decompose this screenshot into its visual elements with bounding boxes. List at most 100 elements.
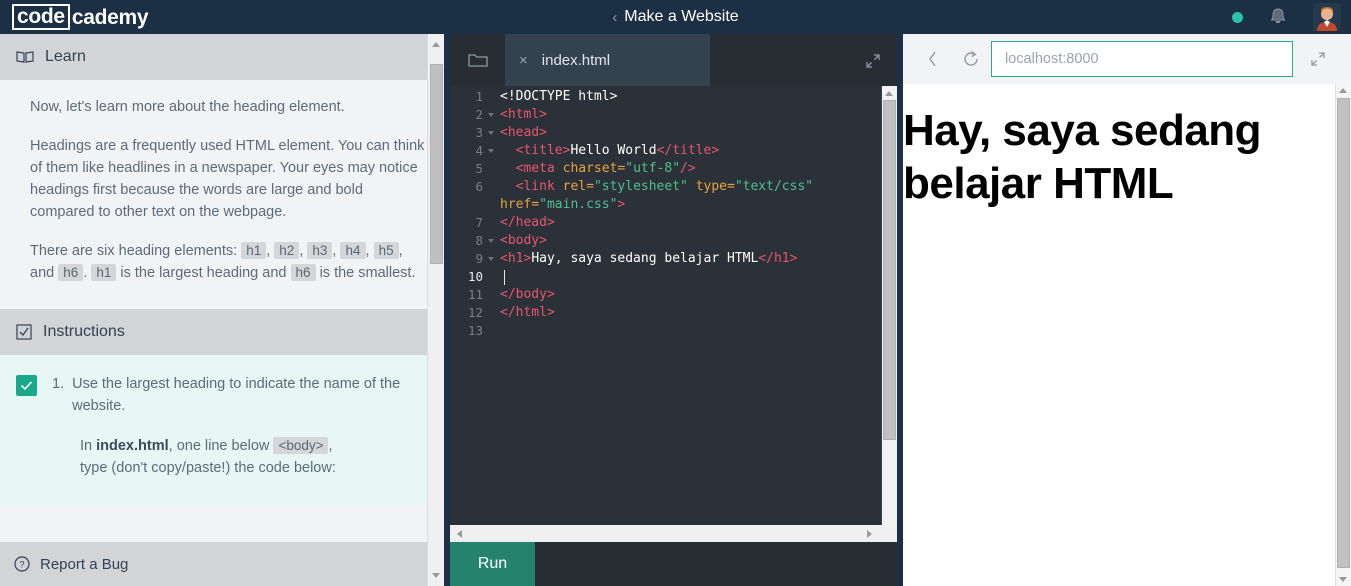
- course-title-label[interactable]: Make a Website: [624, 8, 738, 26]
- instructions-section-header[interactable]: Instructions: [0, 309, 444, 355]
- code-h4: h4: [340, 242, 366, 259]
- scrollbar-thumb[interactable]: [883, 100, 896, 440]
- code-line[interactable]: <meta charset="utf-8"/>: [500, 161, 696, 176]
- code-token: <head>: [500, 125, 547, 140]
- code-token: </title>: [656, 143, 720, 158]
- url-input[interactable]: localhost:8000: [991, 41, 1293, 77]
- run-button[interactable]: Run: [450, 542, 535, 586]
- code-fold-arrow-icon[interactable]: [488, 113, 494, 117]
- code-token: href=: [500, 197, 540, 212]
- line-number: 10: [467, 269, 483, 284]
- learn-panel-scrollbar[interactable]: [427, 34, 444, 586]
- code-line[interactable]: </html>: [500, 305, 555, 320]
- chevron-left-icon[interactable]: [915, 50, 951, 68]
- tab-index-html[interactable]: × index.html: [505, 34, 710, 86]
- editor-horizontal-scrollbar[interactable]: [450, 525, 897, 542]
- code-token: <body>: [500, 233, 547, 248]
- text-cursor: [504, 270, 505, 285]
- code-line[interactable]: </head>: [500, 215, 555, 230]
- bell-icon[interactable]: [1269, 7, 1287, 27]
- scrollbar-thumb[interactable]: [1337, 98, 1350, 568]
- code-line[interactable]: <head>: [500, 125, 547, 140]
- scroll-up-arrow-icon[interactable]: [1339, 88, 1347, 93]
- reload-icon[interactable]: [951, 50, 991, 68]
- instructions-section-label: Instructions: [43, 323, 125, 340]
- folder-icon[interactable]: [450, 34, 505, 86]
- code-h6: h6: [58, 264, 84, 281]
- code-token: <link: [500, 179, 563, 194]
- code-fold-arrow-icon[interactable]: [488, 149, 494, 153]
- url-value: localhost:8000: [1005, 51, 1099, 67]
- code-line[interactable]: <title>Hello World</title>: [500, 143, 720, 158]
- heading-sentence-and: and: [30, 265, 55, 281]
- rendered-heading: Hay, saya sedang belajar HTML: [903, 106, 1262, 208]
- code-line[interactable]: <!DOCTYPE html>: [500, 89, 617, 104]
- scroll-up-arrow-icon[interactable]: [432, 42, 440, 47]
- instructions-content: 1. Use the largest heading to indicate t…: [0, 355, 444, 505]
- line-number-gutter: 1 2 3 4 5 6 7 8 9 10 11 12 13: [450, 86, 497, 556]
- code-line[interactable]: <h1>Hay, saya sedang belajar HTML</h1>: [500, 251, 797, 266]
- learn-section-header[interactable]: Learn: [0, 34, 444, 80]
- code-token: <meta: [500, 161, 563, 176]
- header-actions: [1232, 0, 1341, 34]
- code-fold-arrow-icon[interactable]: [488, 239, 494, 243]
- scrollbar-thumb[interactable]: [430, 64, 443, 264]
- editor-expand-icon[interactable]: [865, 53, 881, 74]
- preview-scrollbar[interactable]: [1335, 84, 1351, 586]
- preview-viewport: Hay, saya sedang belajar HTML: [903, 84, 1351, 586]
- code-line[interactable]: <body>: [500, 233, 547, 248]
- code-token: charset=: [562, 161, 626, 176]
- code-token: </body>: [500, 287, 555, 302]
- scroll-down-arrow-icon[interactable]: [1339, 577, 1347, 582]
- logo-boxed-text: code: [12, 4, 70, 30]
- step-detail-comma: ,: [328, 438, 333, 454]
- line-number: 2: [475, 107, 483, 122]
- code-line[interactable]: <link rel="stylesheet" type="text/css": [500, 179, 813, 194]
- step-checkbox[interactable]: [16, 375, 37, 396]
- code-fold-arrow-icon[interactable]: [488, 257, 494, 261]
- close-icon[interactable]: ×: [519, 52, 528, 69]
- course-title-area: ‹ Make a Website: [0, 0, 1351, 34]
- code-token: </h1>: [758, 251, 798, 266]
- scroll-right-arrow-icon[interactable]: [867, 530, 872, 538]
- scroll-down-arrow-icon[interactable]: [432, 573, 440, 578]
- preview-expand-icon[interactable]: [1297, 51, 1339, 67]
- editor-vertical-scrollbar[interactable]: [881, 86, 897, 556]
- avatar[interactable]: [1313, 3, 1341, 31]
- browser-toolbar: localhost:8000: [903, 34, 1351, 84]
- code-line[interactable]: href="main.css">: [500, 197, 625, 212]
- learn-section-label: Learn: [45, 48, 86, 65]
- codecademy-logo[interactable]: code cademy: [12, 4, 149, 30]
- logo-plain-text: cademy: [71, 5, 149, 29]
- heading-sentence-end: is the smallest.: [319, 265, 416, 281]
- scroll-up-arrow-icon[interactable]: [885, 91, 893, 96]
- learn-paragraph-1: Now, let's learn more about the heading …: [30, 99, 345, 115]
- step-number: 1.: [52, 376, 65, 392]
- code-h1-tail: h1: [91, 264, 117, 281]
- browser-preview-panel: localhost:8000 Hay, saya sedang belajar …: [903, 34, 1351, 586]
- code-line[interactable]: <html>: [500, 107, 547, 122]
- line-number: 9: [475, 251, 483, 266]
- code-line[interactable]: </body>: [500, 287, 555, 302]
- line-number: 1: [475, 89, 483, 104]
- code-editor-panel: × index.html 1 2 3 4 5 6 7 8 9 10 11 12 13 <!DOCTYPE…: [450, 34, 897, 586]
- report-bug-bar[interactable]: ? Report a Bug: [0, 542, 427, 586]
- step-detail-filename: index.html: [96, 438, 169, 454]
- code-token: </head>: [500, 215, 555, 230]
- app-header: code cademy ‹ Make a Website: [0, 0, 1351, 34]
- instruction-step-1: 1. Use the largest heading to indicate t…: [16, 373, 428, 417]
- heading-sentence-pre: There are six heading elements:: [30, 243, 238, 259]
- code-token: </html>: [500, 305, 555, 320]
- step-detail: In index.html, one line below <body>, ty…: [80, 435, 428, 479]
- line-number: 6: [475, 179, 483, 194]
- code-token: >: [617, 197, 626, 212]
- code-fold-arrow-icon[interactable]: [488, 131, 494, 135]
- back-chevron-icon[interactable]: ‹: [612, 10, 617, 25]
- step-detail-mid: , one line below: [168, 438, 270, 454]
- code-token: "main.css": [539, 197, 618, 212]
- line-number: 7: [475, 215, 483, 230]
- scroll-left-arrow-icon[interactable]: [457, 530, 462, 538]
- code-area[interactable]: 1 2 3 4 5 6 7 8 9 10 11 12 13 <!DOCTYPE html> <html> <…: [450, 86, 897, 556]
- svg-text:?: ?: [19, 560, 24, 570]
- checkbox-checked-icon: [16, 324, 32, 340]
